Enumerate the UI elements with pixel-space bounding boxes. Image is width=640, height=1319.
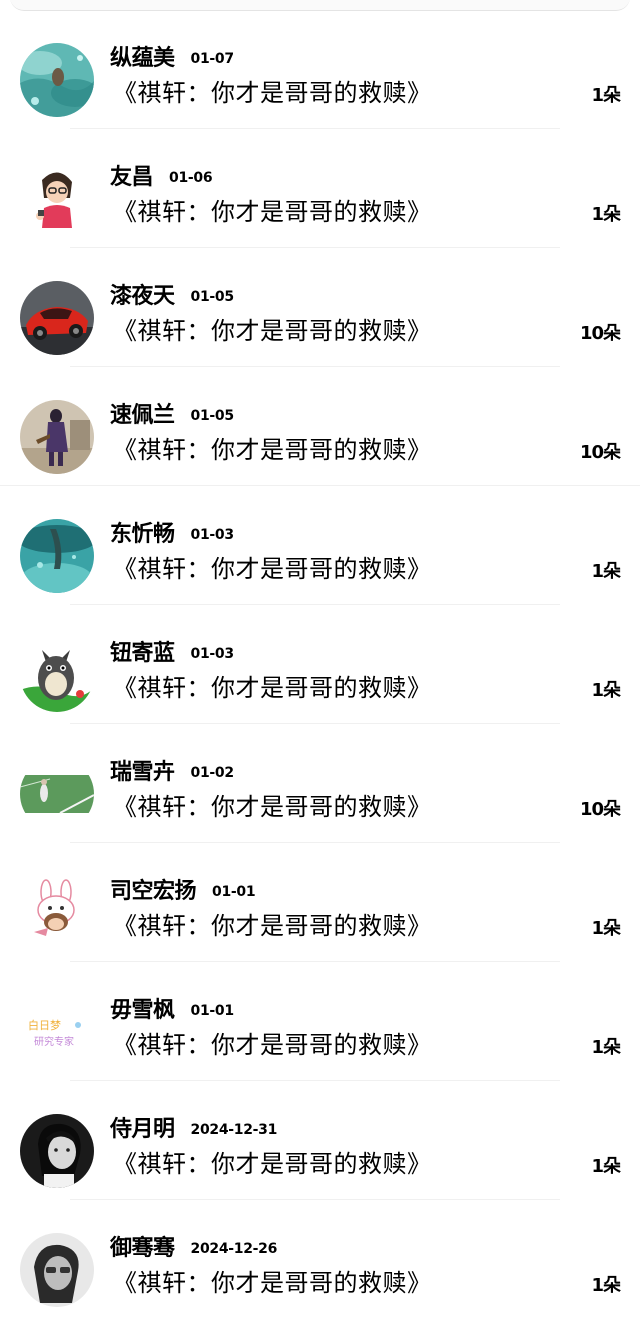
book-title: 《祺轩：你才是哥哥的救赎》	[113, 317, 432, 345]
list-item[interactable]: 东忻畅 01-03 《祺轩：你才是哥哥的救赎》 1朵	[0, 486, 640, 605]
post-date: 01-05	[190, 289, 235, 305]
book-title: 《祺轩：你才是哥哥的救赎》	[113, 1150, 432, 1178]
user-name: 御骞骞 2024-12-26	[110, 1236, 277, 1262]
cartoon-girl-avatar[interactable]	[20, 162, 94, 236]
flower-count: 1朵	[591, 918, 621, 939]
list-item[interactable]: 瑞雪卉 01-02 《祺轩：你才是哥哥的救赎》 10朵	[0, 724, 640, 843]
book-title: 《祺轩：你才是哥哥的救赎》	[113, 1031, 432, 1059]
flower-count: 1朵	[591, 1156, 621, 1177]
flower-count: 10朵	[579, 442, 621, 463]
list-item[interactable]: 钮寄蓝 01-03 《祺轩：你才是哥哥的救赎》 1朵	[0, 605, 640, 724]
user-name: 速佩兰 01-05	[110, 403, 234, 429]
user-name-text: 毋雪枫	[110, 998, 175, 1023]
user-name-text: 纵蕴美	[110, 46, 175, 71]
user-name: 友昌 01-06	[110, 165, 213, 191]
post-date: 01-01	[212, 884, 256, 900]
book-title: 《祺轩：你才是哥哥的救赎》	[113, 793, 432, 821]
flower-count: 1朵	[591, 85, 621, 106]
list-item[interactable]: 友昌 01-06 《祺轩：你才是哥哥的救赎》 1朵	[0, 129, 640, 248]
user-name-text: 瑞雪卉	[110, 760, 175, 785]
user-name-text: 漆夜天	[110, 284, 175, 309]
post-date: 01-06	[169, 170, 213, 186]
game-character-avatar[interactable]	[20, 400, 94, 474]
user-name-text: 速佩兰	[110, 403, 175, 428]
list-item[interactable]: 漆夜天 01-05 《祺轩：你才是哥哥的救赎》 10朵	[0, 248, 640, 367]
book-title: 《祺轩：你才是哥哥的救赎》	[113, 79, 432, 107]
post-date: 01-03	[190, 646, 235, 662]
user-name-text: 东忻畅	[110, 522, 175, 547]
book-title: 《祺轩：你才是哥哥的救赎》	[113, 1269, 432, 1297]
list-item[interactable]: 侍月明 2024-12-31 《祺轩：你才是哥哥的救赎》 1朵	[0, 1081, 640, 1200]
user-name: 纵蕴美 01-07	[110, 46, 234, 72]
book-title: 《祺轩：你才是哥哥的救赎》	[113, 912, 432, 940]
user-name: 瑞雪卉 01-02	[110, 760, 234, 786]
sticker-line1: 白日梦	[28, 1018, 61, 1032]
flower-count: 1朵	[591, 1037, 621, 1058]
post-date: 01-07	[190, 51, 235, 67]
underwater-avatar[interactable]	[20, 519, 94, 593]
totoro-avatar[interactable]	[20, 638, 94, 712]
user-name-text: 御骞骞	[110, 1236, 175, 1261]
user-name: 侍月明 2024-12-31	[110, 1117, 277, 1143]
post-date: 2024-12-26	[190, 1241, 278, 1257]
post-date: 01-01	[190, 1003, 235, 1019]
text-sticker-avatar[interactable]: 白日梦 研究专家	[20, 995, 94, 1069]
user-name-text: 友昌	[110, 165, 154, 190]
bunny-hat-avatar[interactable]	[20, 876, 94, 950]
list-item[interactable]: 司空宏扬 01-01 《祺轩：你才是哥哥的救赎》 1朵	[0, 843, 640, 962]
flower-count: 1朵	[591, 680, 621, 701]
user-name-text: 侍月明	[110, 1117, 175, 1142]
flower-count: 10朵	[579, 799, 621, 820]
sticker-line2: 研究专家	[34, 1035, 74, 1048]
flower-count: 1朵	[591, 204, 621, 225]
post-date: 2024-12-31	[190, 1122, 278, 1138]
soccer-field-avatar[interactable]	[20, 757, 94, 831]
flower-count: 1朵	[591, 561, 621, 582]
book-title: 《祺轩：你才是哥哥的救赎》	[113, 674, 432, 702]
user-name: 毋雪枫 01-01	[110, 998, 234, 1024]
list-item[interactable]: 白日梦 研究专家 毋雪枫 01-01 《祺轩：你才是哥哥的救赎》 1朵	[0, 962, 640, 1081]
list-item[interactable]: 御骞骞 2024-12-26 《祺轩：你才是哥哥的救赎》 1朵	[0, 1200, 640, 1319]
post-date: 01-05	[190, 408, 235, 424]
user-name-text: 钮寄蓝	[110, 641, 175, 666]
book-title: 《祺轩：你才是哥哥的救赎》	[113, 436, 432, 464]
list-item[interactable]: 速佩兰 01-05 《祺轩：你才是哥哥的救赎》 10朵	[0, 367, 640, 486]
bw-man-avatar[interactable]	[20, 1233, 94, 1307]
post-date: 01-02	[190, 765, 235, 781]
red-car-avatar[interactable]	[20, 281, 94, 355]
list-item[interactable]: 纵蕴美 01-07 《祺轩：你才是哥哥的救赎》 1朵	[0, 10, 640, 129]
flower-count: 1朵	[591, 1275, 621, 1296]
bw-portrait-avatar[interactable]	[20, 1114, 94, 1188]
user-name-text: 司空宏扬	[110, 879, 197, 904]
user-name: 东忻畅 01-03	[110, 522, 234, 548]
user-name: 钮寄蓝 01-03	[110, 641, 234, 667]
water-avatar[interactable]	[20, 43, 94, 117]
flower-count: 10朵	[579, 323, 621, 344]
book-title: 《祺轩：你才是哥哥的救赎》	[113, 198, 432, 226]
post-date: 01-03	[190, 527, 235, 543]
book-title: 《祺轩：你才是哥哥的救赎》	[113, 555, 432, 583]
user-name: 漆夜天 01-05	[110, 284, 234, 310]
user-name: 司空宏扬 01-01	[110, 879, 256, 905]
